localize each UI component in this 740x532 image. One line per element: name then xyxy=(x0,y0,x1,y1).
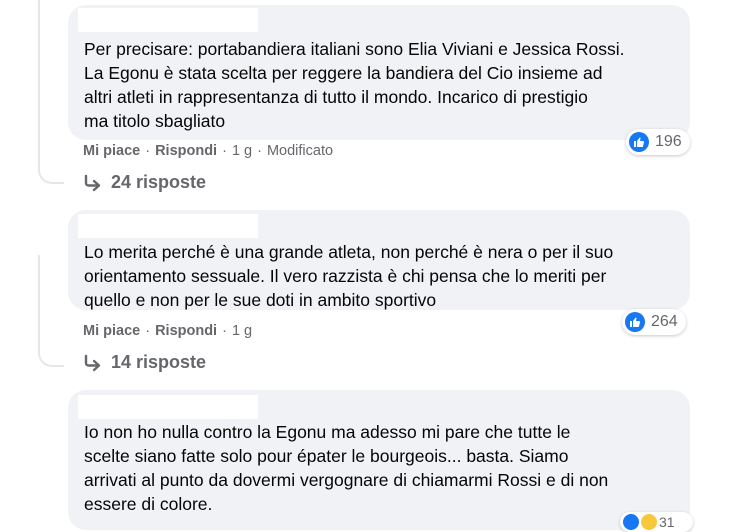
haha-icon xyxy=(641,514,657,530)
reaction-summary[interactable]: 264 xyxy=(622,309,686,335)
reply-button[interactable]: Rispondi xyxy=(155,143,217,159)
separator: · xyxy=(257,143,262,159)
redacted-author-name xyxy=(78,214,258,238)
like-button[interactable]: Mi piace xyxy=(83,143,140,159)
reaction-summary[interactable]: 196 xyxy=(626,129,690,155)
comment-text: Lo merita perché è una grande atleta, no… xyxy=(84,242,614,310)
edited-label: Modificato xyxy=(266,143,334,159)
separator: · xyxy=(222,323,227,339)
reply-arrow-icon xyxy=(84,174,101,191)
thread-line xyxy=(38,255,40,355)
like-button[interactable]: Mi piace xyxy=(83,323,140,339)
redacted-author-name xyxy=(78,8,258,32)
thread-connector xyxy=(38,345,64,367)
comment-text: Io non ho nulla contro la Egonu ma adess… xyxy=(84,422,609,514)
like-icon xyxy=(623,514,639,530)
reaction-count: 196 xyxy=(655,133,682,150)
like-icon xyxy=(629,132,649,152)
view-replies-button[interactable]: 14 risposte xyxy=(83,352,206,373)
reply-button[interactable]: Rispondi xyxy=(155,323,217,339)
view-replies-button[interactable]: 24 risposte xyxy=(83,172,206,193)
thread-line xyxy=(38,0,40,170)
timestamp-link[interactable]: 1 g xyxy=(232,323,252,339)
redacted-author-name xyxy=(78,395,258,419)
replies-count-label: 24 risposte xyxy=(111,172,207,192)
reaction-summary[interactable]: 31 xyxy=(620,512,693,532)
timestamp-link[interactable]: 1 g xyxy=(232,143,252,159)
separator: · xyxy=(145,323,151,339)
comment-bubble: Lo merita perché è una grande atleta, no… xyxy=(68,210,690,310)
like-icon xyxy=(625,312,645,332)
reply-arrow-icon xyxy=(84,354,101,371)
comment-actions: Mi piace · Rispondi · 1 g xyxy=(83,323,252,339)
comment-text: Per precisare: portabandiera italiani so… xyxy=(84,39,625,131)
separator: · xyxy=(145,143,151,159)
reaction-count: 31 xyxy=(659,514,675,530)
comment-bubble: Per precisare: portabandiera italiani so… xyxy=(68,5,690,140)
thread-connector xyxy=(38,162,64,184)
comment-bubble: Io non ho nulla contro la Egonu ma adess… xyxy=(68,390,690,530)
comment-actions: Mi piace · Rispondi · 1 g · Modificato xyxy=(83,143,333,159)
reaction-count: 264 xyxy=(651,313,678,330)
separator: · xyxy=(222,143,227,159)
replies-count-label: 14 risposte xyxy=(111,352,207,372)
